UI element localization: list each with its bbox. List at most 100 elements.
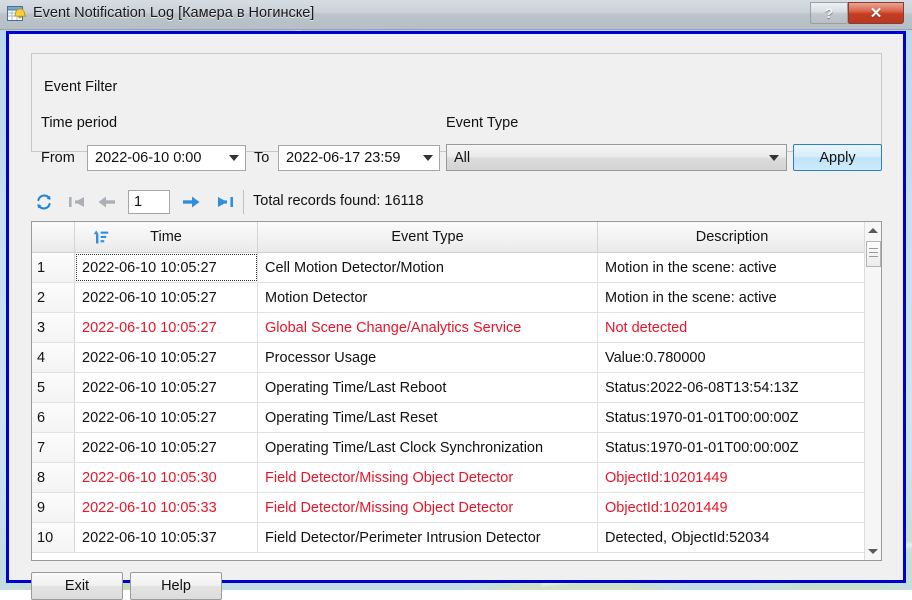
cell-row-number[interactable]: 6	[32, 403, 75, 432]
cell-time[interactable]: 2022-06-10 10:05:27	[75, 403, 258, 432]
cell-event-type[interactable]: Global Scene Change/Analytics Service	[258, 313, 598, 342]
cell-row-number[interactable]: 3	[32, 313, 75, 342]
cell-time[interactable]: 2022-06-10 10:05:27	[75, 343, 258, 372]
first-page-button[interactable]	[64, 187, 90, 217]
titlebar-help-button[interactable]: ?	[810, 2, 848, 24]
from-datetime-value: 2022-06-10 0:00	[88, 150, 223, 166]
cell-row-number[interactable]: 5	[32, 373, 75, 402]
column-header-time-label: Time	[150, 229, 182, 245]
table-row[interactable]: 72022-06-10 10:05:27Operating Time/Last …	[32, 433, 881, 463]
from-datetime-picker[interactable]: 2022-06-10 0:00	[87, 145, 246, 171]
triangle-down-icon	[868, 549, 878, 554]
cell-row-number[interactable]: 2	[32, 283, 75, 312]
table-row[interactable]: 22022-06-10 10:05:27Motion DetectorMotio…	[32, 283, 881, 313]
cell-event-type[interactable]: Field Detector/Missing Object Detector	[258, 493, 598, 522]
page-number-input[interactable]: 1	[128, 190, 170, 214]
chevron-down-icon	[229, 155, 239, 161]
to-label: To	[254, 150, 269, 166]
cell-event-type[interactable]: Operating Time/Last Reset	[258, 403, 598, 432]
sort-ascending-icon	[93, 229, 109, 245]
table-row[interactable]: 32022-06-10 10:05:27Global Scene Change/…	[32, 313, 881, 343]
column-header-time[interactable]: Time	[75, 222, 258, 252]
table-row[interactable]: 52022-06-10 10:05:27Operating Time/Last …	[32, 373, 881, 403]
cell-description[interactable]: Status:1970-01-01T00:00:00Z	[598, 433, 866, 462]
scroll-up-button[interactable]	[865, 222, 881, 239]
table-body: 12022-06-10 10:05:27Cell Motion Detector…	[32, 253, 881, 553]
column-header-description[interactable]: Description	[598, 222, 866, 252]
previous-page-button[interactable]	[94, 187, 120, 217]
cell-description[interactable]: Value:0.780000	[598, 343, 866, 372]
cell-event-type[interactable]: Operating Time/Last Clock Synchronizatio…	[258, 433, 598, 462]
cell-time[interactable]: 2022-06-10 10:05:37	[75, 523, 258, 552]
column-header-event-type[interactable]: Event Type	[258, 222, 598, 252]
cell-description[interactable]: Not detected	[598, 313, 866, 342]
triangle-up-icon	[868, 228, 878, 233]
question-mark-icon: ?	[825, 6, 834, 20]
event-notification-log-window: Event Notification Log [Камера в Ногинск…	[0, 0, 912, 590]
cell-time[interactable]: 2022-06-10 10:05:33	[75, 493, 258, 522]
cell-description[interactable]: Motion in the scene: active	[598, 283, 866, 312]
event-type-dropdown-arrow[interactable]	[762, 155, 786, 161]
cell-event-type[interactable]: Cell Motion Detector/Motion	[258, 253, 598, 282]
from-dropdown-arrow[interactable]	[223, 155, 245, 161]
cell-row-number[interactable]: 1	[32, 253, 75, 282]
table-row[interactable]: 82022-06-10 10:05:30Field Detector/Missi…	[32, 463, 881, 493]
window-title: Event Notification Log [Камера в Ногинск…	[33, 5, 314, 21]
to-datetime-picker[interactable]: 2022-06-17 23:59	[278, 145, 440, 171]
cell-row-number[interactable]: 9	[32, 493, 75, 522]
cell-event-type[interactable]: Motion Detector	[258, 283, 598, 312]
cell-row-number[interactable]: 4	[32, 343, 75, 372]
toolbar-separator	[243, 190, 244, 214]
table-row[interactable]: 12022-06-10 10:05:27Cell Motion Detector…	[32, 253, 881, 283]
event-type-select[interactable]: All	[446, 144, 787, 171]
table-row[interactable]: 102022-06-10 10:05:37Field Detector/Peri…	[32, 523, 881, 553]
cell-event-type[interactable]: Operating Time/Last Reboot	[258, 373, 598, 402]
refresh-icon	[35, 193, 53, 211]
last-page-button[interactable]	[212, 187, 238, 217]
total-records-label: Total records found: 16118	[253, 193, 424, 209]
cell-row-number[interactable]: 10	[32, 523, 75, 552]
first-page-icon	[67, 194, 87, 210]
next-page-icon	[181, 194, 201, 210]
cell-description[interactable]: Status:2022-06-08T13:54:13Z	[598, 373, 866, 402]
apply-button[interactable]: Apply	[793, 144, 882, 171]
column-header-rownum[interactable]	[32, 222, 75, 252]
table-row[interactable]: 92022-06-10 10:05:33Field Detector/Missi…	[32, 493, 881, 523]
cell-event-type[interactable]: Field Detector/Perimeter Intrusion Detec…	[258, 523, 598, 552]
cell-description[interactable]: Status:1970-01-01T00:00:00Z	[598, 403, 866, 432]
exit-button[interactable]: Exit	[31, 572, 123, 600]
cell-row-number[interactable]: 8	[32, 463, 75, 492]
cell-event-type[interactable]: Processor Usage	[258, 343, 598, 372]
cell-event-type[interactable]: Field Detector/Missing Object Detector	[258, 463, 598, 492]
cell-description[interactable]: ObjectId:10201449	[598, 463, 866, 492]
next-page-button[interactable]	[178, 187, 204, 217]
table-vertical-scrollbar[interactable]	[864, 222, 881, 560]
help-button[interactable]: Help	[130, 572, 222, 600]
refresh-button[interactable]	[31, 187, 57, 217]
cell-description[interactable]: ObjectId:10201449	[598, 493, 866, 522]
close-icon: ✕	[870, 6, 883, 21]
pagination-toolbar: 1 Total records found: 16118	[31, 187, 882, 219]
last-page-icon	[215, 194, 235, 210]
scrollbar-thumb[interactable]	[866, 241, 881, 267]
window-close-button[interactable]: ✕	[848, 2, 904, 24]
chevron-down-icon	[423, 155, 433, 161]
event-filter-legend: Event Filter	[39, 79, 122, 95]
cell-description[interactable]: Motion in the scene: active	[598, 253, 866, 282]
table-header-row: Time Event Type Description	[32, 222, 881, 253]
cell-time[interactable]: 2022-06-10 10:05:27	[75, 433, 258, 462]
scroll-down-button[interactable]	[865, 543, 881, 560]
cell-time[interactable]: 2022-06-10 10:05:27	[75, 373, 258, 402]
table-row[interactable]: 42022-06-10 10:05:27Processor UsageValue…	[32, 343, 881, 373]
previous-page-icon	[97, 194, 117, 210]
cell-description[interactable]: Detected, ObjectId:52034	[598, 523, 866, 552]
cell-time[interactable]: 2022-06-10 10:05:27	[75, 283, 258, 312]
window-title-bar[interactable]: Event Notification Log [Камера в Ногинск…	[0, 0, 912, 30]
table-row[interactable]: 62022-06-10 10:05:27Operating Time/Last …	[32, 403, 881, 433]
from-label: From	[41, 150, 75, 166]
to-dropdown-arrow[interactable]	[417, 155, 439, 161]
cell-time[interactable]: 2022-06-10 10:05:27	[75, 313, 258, 342]
cell-time[interactable]: 2022-06-10 10:05:30	[75, 463, 258, 492]
cell-time[interactable]: 2022-06-10 10:05:27	[75, 253, 258, 282]
cell-row-number[interactable]: 7	[32, 433, 75, 462]
